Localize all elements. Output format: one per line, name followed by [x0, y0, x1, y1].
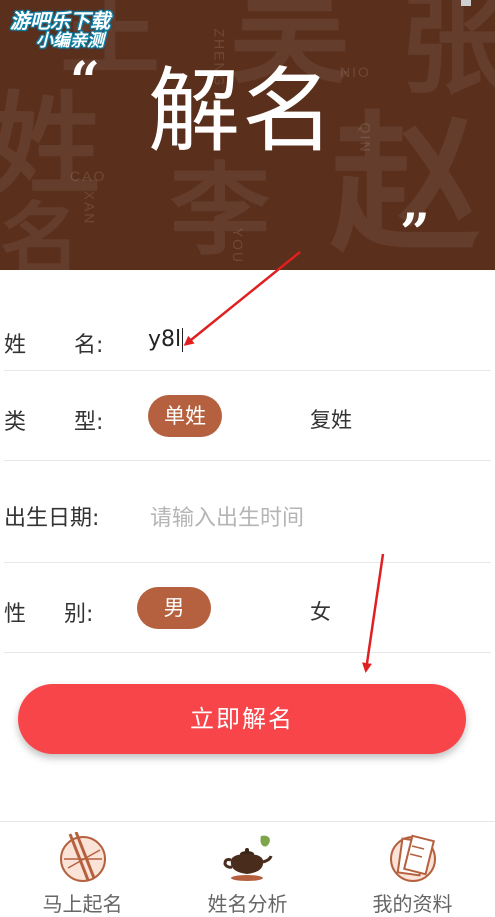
watermark-line-2: 小编亲测	[36, 31, 104, 51]
banner-bg-text: NIO	[340, 64, 371, 80]
watermark-line-1: 游吧乐下载	[10, 9, 110, 33]
banner-bg-glyph: 张	[400, 0, 495, 109]
close-quote-mark: ”	[400, 203, 430, 264]
tab-name-analysis[interactable]: 姓名分析	[165, 822, 330, 916]
banner-bg-text: YOU	[230, 227, 247, 265]
watermark-logo: 游吧乐下载 小编亲测	[10, 10, 110, 51]
birth-row: 出生日期: 请输入出生时间	[0, 461, 495, 563]
female-option[interactable]: 女	[310, 596, 331, 626]
compound-surname-option[interactable]: 复姓	[310, 404, 352, 434]
single-surname-option[interactable]: 单姓	[148, 395, 222, 437]
chopsticks-icon	[58, 831, 108, 882]
text-caret	[182, 328, 184, 352]
corner-indicator	[461, 0, 471, 6]
name-label-char-2: 名:	[74, 333, 104, 358]
name-input[interactable]: y8l	[148, 327, 184, 352]
open-quote-mark: “	[70, 51, 100, 112]
row-divider	[4, 652, 491, 653]
header-banner: 姓 赵 王 吴 张 李 名 NIO QIN CAO XAN ZHENG YOU …	[0, 0, 495, 270]
gender-row: 性 别: 男 女	[0, 563, 495, 653]
tab-naming[interactable]: 马上起名	[0, 822, 165, 916]
analyze-name-button[interactable]: 立即解名	[18, 684, 466, 754]
banner-bg-text: QIN	[357, 122, 374, 154]
name-row: 姓 名: y8l	[0, 275, 495, 371]
banner-title: 解名	[148, 58, 337, 165]
male-option[interactable]: 男	[137, 587, 211, 629]
type-label-char-2: 型:	[74, 410, 104, 435]
banner-bg-glyph: 李	[170, 151, 270, 269]
gender-label-char-2: 别:	[64, 602, 94, 627]
birth-time-input[interactable]: 请输入出生时间	[150, 500, 304, 532]
banner-bg-text: CAO	[70, 168, 107, 184]
surname-type-row: 类 型: 单姓 复姓	[0, 371, 495, 461]
type-label-char-1: 类	[4, 410, 27, 435]
teapot-icon	[222, 832, 273, 882]
notebook-icon	[388, 832, 438, 882]
name-input-value: y8l	[148, 327, 182, 352]
banner-bg-text: XAN	[81, 190, 98, 226]
name-label-char-1: 姓	[4, 333, 27, 358]
bottom-tab-bar: 马上起名 姓名分析 我的资料	[0, 821, 495, 916]
birth-label: 出生日期:	[4, 506, 100, 531]
tab-my-profile[interactable]: 我的资料	[330, 822, 495, 916]
banner-bg-glyph: 名	[0, 193, 80, 270]
gender-label-char-1: 性	[4, 602, 27, 627]
